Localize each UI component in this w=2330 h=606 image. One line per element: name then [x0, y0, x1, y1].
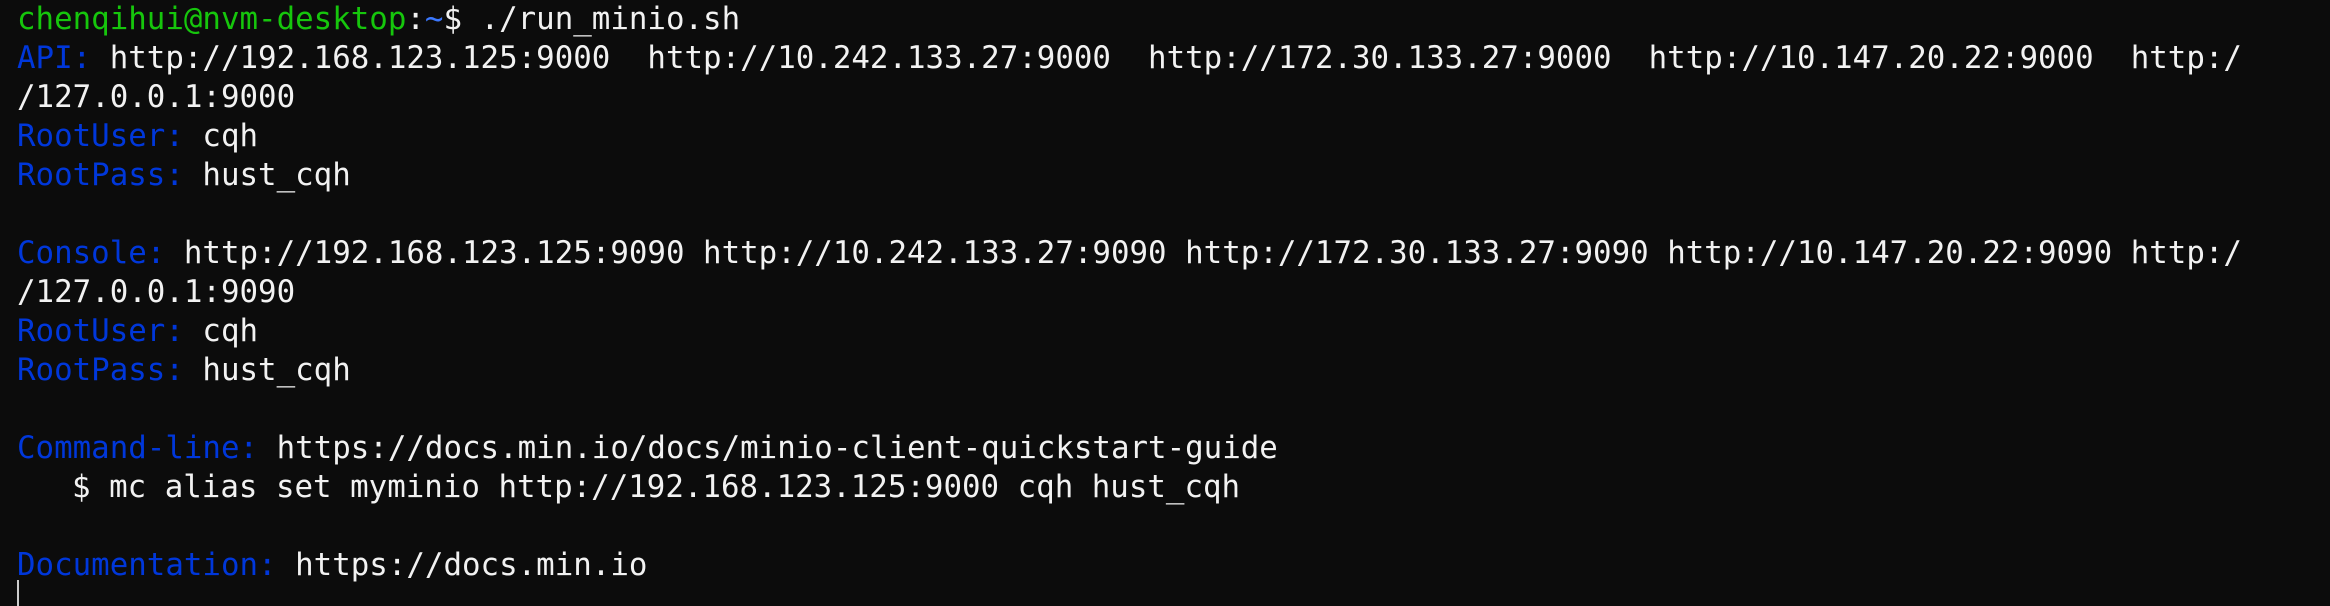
api-root-user-label: RootUser:: [17, 118, 184, 154]
mc-alias-command: $ mc alias set myminio http://192.168.12…: [72, 469, 1241, 505]
api-line-continuation: /127.0.0.1:9000: [17, 78, 2330, 117]
console-urls-continuation: /127.0.0.1:9090: [17, 274, 296, 310]
console-root-user-value: cqh: [183, 313, 259, 349]
prompt-line: chenqihui@nvm-desktop:~$ ./run_minio.sh: [17, 0, 2330, 39]
api-label: API:: [17, 40, 92, 76]
documentation-url: https://docs.min.io: [276, 547, 648, 583]
prompt-user-host: chenqihui@nvm-desktop: [17, 1, 407, 37]
console-root-pass-value: hust_cqh: [183, 352, 351, 388]
console-line: Console: http://192.168.123.125:9090 htt…: [17, 234, 2330, 273]
command-line-label: Command-line:: [17, 430, 259, 466]
terminal-cursor: [17, 580, 19, 606]
api-urls: http://192.168.123.125:9000 http://10.24…: [91, 40, 2242, 76]
prompt-command: ./run_minio.sh: [480, 1, 741, 37]
prompt-path: ~: [424, 1, 444, 37]
command-line-url: https://docs.min.io/docs/minio-client-qu…: [258, 430, 1278, 466]
api-urls-continuation: /127.0.0.1:9000: [17, 79, 296, 115]
command-line-example: $ mc alias set myminio http://192.168.12…: [17, 468, 2330, 507]
console-urls: http://192.168.123.125:9090 http://10.24…: [165, 235, 2242, 271]
console-root-pass-label: RootPass:: [17, 352, 184, 388]
prompt-separator: :: [406, 1, 425, 37]
console-label: Console:: [17, 235, 166, 271]
terminal-window[interactable]: chenqihui@nvm-desktop:~$ ./run_minio.sh …: [0, 0, 2330, 606]
documentation-line: Documentation: https://docs.min.io: [17, 546, 2330, 585]
console-line-continuation: /127.0.0.1:9090: [17, 273, 2330, 312]
command-line-line: Command-line: https://docs.min.io/docs/m…: [17, 429, 2330, 468]
console-root-user-line: RootUser: cqh: [17, 312, 2330, 351]
api-root-user-line: RootUser: cqh: [17, 117, 2330, 156]
api-line: API: http://192.168.123.125:9000 http://…: [17, 39, 2330, 78]
prompt-symbol: $: [443, 1, 481, 37]
api-root-user-value: cqh: [183, 118, 259, 154]
console-root-pass-line: RootPass: hust_cqh: [17, 351, 2330, 390]
api-root-pass-line: RootPass: hust_cqh: [17, 156, 2330, 195]
console-root-user-label: RootUser:: [17, 313, 184, 349]
api-root-pass-label: RootPass:: [17, 157, 184, 193]
documentation-label: Documentation:: [17, 547, 277, 583]
api-root-pass-value: hust_cqh: [183, 157, 351, 193]
